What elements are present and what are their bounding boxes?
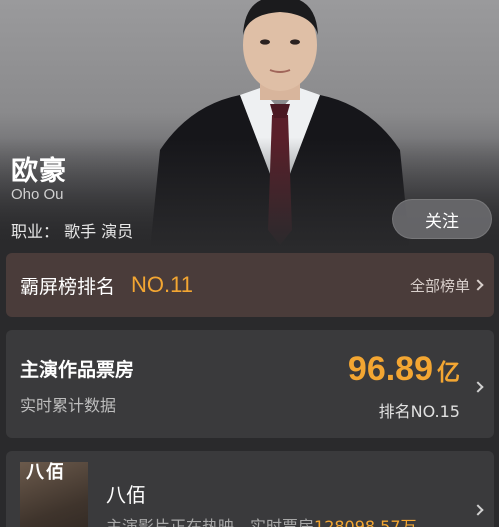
poster-title: 八佰 bbox=[26, 462, 66, 483]
box-office-rank: 排名NO.15 bbox=[378, 402, 460, 421]
box-office-title: 主演作品票房 bbox=[20, 359, 135, 381]
film-card[interactable]: 八佰 八佰 主演影片正在热映，实时票房128098.57万 bbox=[6, 451, 494, 527]
film-description-text: 主演影片正在热映，实时票房 bbox=[106, 517, 315, 527]
box-office-unit: 亿 bbox=[437, 360, 460, 386]
actor-name: 欧豪 bbox=[11, 156, 67, 187]
box-office-subtitle: 实时累计数据 bbox=[20, 396, 117, 415]
film-poster[interactable]: 八佰 bbox=[20, 462, 88, 527]
actor-english-name: Oho Ou bbox=[11, 186, 64, 203]
ranking-label: 霸屏榜排名 bbox=[20, 275, 116, 298]
chevron-right-icon bbox=[470, 499, 484, 518]
all-rankings-label: 全部榜单 bbox=[409, 276, 470, 295]
chevron-right-icon bbox=[472, 279, 484, 291]
box-office-card[interactable]: 主演作品票房 实时累计数据 96.89 亿 排名NO.15 bbox=[6, 330, 494, 438]
film-description: 主演影片正在热映，实时票房128098.57万 bbox=[106, 513, 417, 527]
box-office-amount: 96.89 亿 bbox=[348, 350, 460, 389]
actor-occupation: 职业： 歌手 演员 bbox=[11, 222, 134, 241]
chevron-right-icon bbox=[470, 376, 484, 395]
profile-header: 欧豪 Oho Ou 职业： 歌手 演员 关注 bbox=[0, 0, 499, 250]
follow-button[interactable]: 关注 bbox=[392, 199, 492, 239]
box-office-number: 96.89 bbox=[347, 350, 433, 388]
ranking-card[interactable]: 霸屏榜排名 NO.11 全部榜单 bbox=[6, 253, 494, 317]
film-box-office-value: 128098.57万 bbox=[314, 517, 417, 527]
film-title: 八佰 bbox=[106, 483, 146, 507]
all-rankings-link[interactable]: 全部榜单 bbox=[409, 275, 484, 296]
ranking-value: NO.11 bbox=[131, 272, 193, 297]
